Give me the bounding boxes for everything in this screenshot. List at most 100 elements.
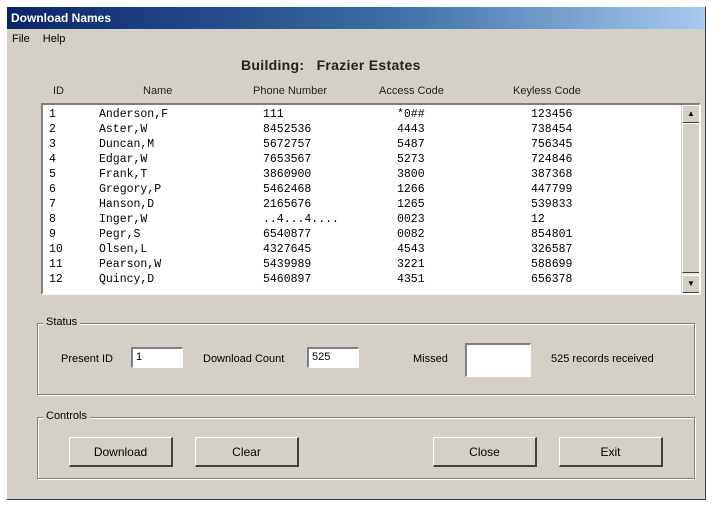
menu-bar: File Help [7, 31, 70, 49]
column-header-phone: Phone Number [253, 85, 327, 97]
status-group-label: Status [43, 316, 81, 328]
menu-file[interactable]: File [7, 31, 35, 47]
download-button[interactable]: Download [69, 437, 173, 467]
row-phone: 5672757 [263, 138, 312, 151]
row-phone: 8452536 [263, 123, 312, 136]
row-access-code: 0082 [397, 228, 425, 241]
row-phone: 7653567 [263, 153, 312, 166]
window-title: Download Names [11, 11, 112, 25]
row-id: 4 [49, 153, 56, 166]
close-button[interactable]: Close [433, 437, 537, 467]
records-received-text: 525 records received [551, 353, 654, 365]
list-item[interactable]: 8 Inger,W ..4...4.... 0023 12 [45, 212, 679, 227]
names-list: 1 Anderson,F 111 *0## 123456 2 Aster,W 8452536 4… [45, 107, 679, 287]
row-id: 11 [49, 258, 63, 271]
missed-field[interactable] [465, 343, 531, 377]
row-keyless-code: 123456 [531, 108, 573, 121]
row-access-code: 3800 [397, 168, 425, 181]
row-keyless-code: 326587 [531, 243, 573, 256]
row-keyless-code: 12 [531, 213, 545, 226]
row-access-code: 4543 [397, 243, 425, 256]
list-item[interactable]: 9 Pegr,S 6540877 0082 854801 [45, 227, 679, 242]
list-item[interactable]: 10 Olsen,L 4327645 4543 326587 [45, 242, 679, 257]
missed-label: Missed [413, 353, 448, 365]
row-access-code: 5273 [397, 153, 425, 166]
row-id: 7 [49, 198, 56, 211]
list-item[interactable]: 12 Quincy,D 5460897 4351 656378 [45, 272, 679, 287]
clear-button[interactable]: Clear [195, 437, 299, 467]
row-phone: 5460897 [263, 273, 312, 286]
scroll-down-arrow-icon[interactable]: ▼ [682, 275, 699, 293]
download-names-window: Download Names File Help Building: Frazi… [6, 6, 706, 500]
row-id: 3 [49, 138, 56, 151]
row-id: 2 [49, 123, 56, 136]
list-item[interactable]: 2 Aster,W 8452536 4443 738454 [45, 122, 679, 137]
row-access-code: 1265 [397, 198, 425, 211]
column-header-name: Name [143, 85, 173, 97]
row-id: 10 [49, 243, 63, 256]
menu-help[interactable]: Help [38, 31, 71, 47]
row-keyless-code: 387368 [531, 168, 573, 181]
title-bar: Download Names [7, 7, 705, 29]
row-keyless-code: 656378 [531, 273, 573, 286]
building-name: Frazier Estates [316, 57, 421, 73]
exit-button[interactable]: Exit [559, 437, 663, 467]
row-access-code: 1266 [397, 183, 425, 196]
row-keyless-code: 854801 [531, 228, 573, 241]
row-phone: ..4...4.... [263, 213, 339, 226]
row-name: Pegr,S [99, 228, 141, 241]
vertical-scrollbar[interactable]: ▲ ▼ [681, 105, 699, 293]
column-header-keyless-code: Keyless Code [513, 85, 581, 97]
row-keyless-code: 724846 [531, 153, 573, 166]
row-name: Edgar,W [99, 153, 148, 166]
row-keyless-code: 588699 [531, 258, 573, 271]
row-phone: 5439989 [263, 258, 312, 271]
row-name: Anderson,F [99, 108, 169, 121]
row-id: 9 [49, 228, 56, 241]
scroll-thumb[interactable] [682, 123, 699, 273]
list-item[interactable]: 3 Duncan,M 5672757 5487 756345 [45, 137, 679, 152]
row-access-code: 0023 [397, 213, 425, 226]
row-keyless-code: 756345 [531, 138, 573, 151]
row-name: Frank,T [99, 168, 148, 181]
row-name: Aster,W [99, 123, 148, 136]
row-id: 12 [49, 273, 63, 286]
row-id: 1 [49, 108, 56, 121]
row-name: Hanson,D [99, 198, 155, 211]
controls-group-label: Controls [43, 410, 90, 422]
list-item[interactable]: 7 Hanson,D 2165676 1265 539833 [45, 197, 679, 212]
building-heading: Building: Frazier Estates [241, 57, 429, 73]
list-item[interactable]: 5 Frank,T 3860900 3800 387368 [45, 167, 679, 182]
row-phone: 5462468 [263, 183, 312, 196]
names-listbox[interactable]: 1 Anderson,F 111 *0## 123456 2 Aster,W 8452536 4… [41, 103, 701, 295]
list-item[interactable]: 11 Pearson,W 5439989 3221 588699 [45, 257, 679, 272]
row-id: 8 [49, 213, 56, 226]
row-keyless-code: 447799 [531, 183, 573, 196]
row-name: Pearson,W [99, 258, 162, 271]
list-item[interactable]: 1 Anderson,F 111 *0## 123456 [45, 107, 679, 122]
scroll-up-arrow-icon[interactable]: ▲ [682, 105, 699, 123]
row-keyless-code: 539833 [531, 198, 573, 211]
download-count-label: Download Count [203, 353, 285, 365]
row-access-code: 3221 [397, 258, 425, 271]
column-header-access-code: Access Code [379, 85, 444, 97]
row-name: Gregory,P [99, 183, 162, 196]
download-count-field[interactable]: 525 [307, 347, 359, 368]
row-phone: 3860900 [263, 168, 312, 181]
row-name: Olsen,L [99, 243, 148, 256]
list-item[interactable]: 4 Edgar,W 7653567 5273 724846 [45, 152, 679, 167]
row-access-code: *0## [397, 108, 425, 121]
row-phone: 2165676 [263, 198, 312, 211]
row-name: Quincy,D [99, 273, 155, 286]
row-id: 5 [49, 168, 56, 181]
present-id-field[interactable]: 1 [131, 347, 183, 368]
row-name: Inger,W [99, 213, 148, 226]
row-phone: 111 [263, 108, 284, 121]
building-label: Building: [241, 57, 305, 73]
row-access-code: 4351 [397, 273, 425, 286]
row-id: 6 [49, 183, 56, 196]
row-access-code: 5487 [397, 138, 425, 151]
row-phone: 4327645 [263, 243, 312, 256]
list-item[interactable]: 6 Gregory,P 5462468 1266 447799 [45, 182, 679, 197]
column-header-id: ID [53, 85, 64, 97]
